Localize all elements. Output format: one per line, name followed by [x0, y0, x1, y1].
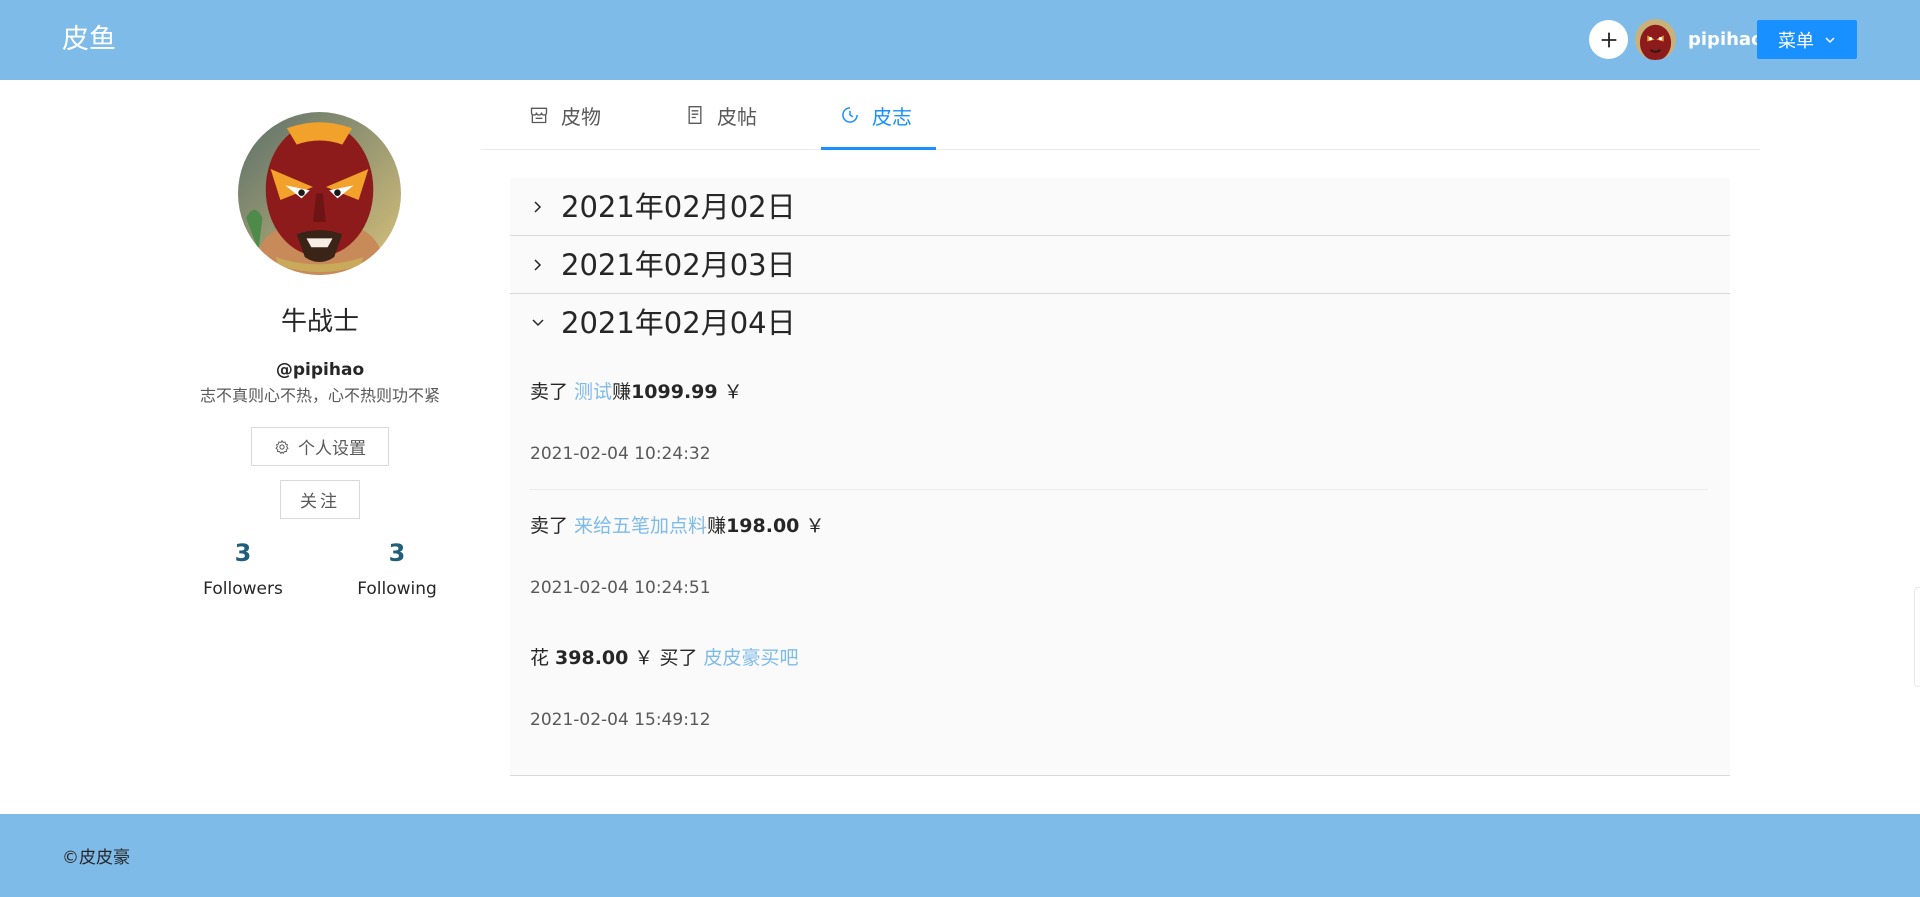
entry-earn: 赚 [612, 381, 632, 403]
entry-verb: 卖了 [530, 381, 575, 403]
panel-date: 2021年02月02日 [561, 190, 796, 224]
header-username[interactable]: pipihao [1688, 27, 1763, 53]
chevron-down-icon [532, 319, 544, 327]
menu-dropdown-button[interactable]: 菜单 [1757, 20, 1857, 59]
entry-verb: 花 [530, 647, 556, 669]
add-button[interactable] [1589, 20, 1628, 59]
entry-description: 卖了 测试赚1099.99 ￥ [530, 378, 1708, 406]
entry-verb: 卖了 [530, 515, 575, 537]
panel-date: 2021年02月04日 [561, 306, 796, 340]
shop-icon [530, 107, 548, 124]
footer: ©皮皮豪 [0, 814, 1920, 897]
personal-settings-button[interactable]: 个人设置 [251, 427, 389, 466]
entry-earn: 赚 [707, 515, 727, 537]
entry-timestamp: 2021-02-04 10:24:51 [530, 578, 711, 598]
timeline-entry: 花 398.00 ￥ 买了 皮皮豪买吧 2021-02-04 15:49:12 [530, 644, 1708, 730]
following-count: 3 [388, 539, 406, 567]
chevron-right-icon [534, 201, 542, 213]
timeline-entry: 卖了 来给五笔加点料赚198.00 ￥ 2021-02-04 10:24:51 [530, 512, 1708, 598]
follow-button[interactable]: 关注 [280, 480, 360, 519]
content-tabs: 皮物 皮帖 皮志 [481, 80, 1760, 150]
brand-logo[interactable]: 皮鱼 [62, 22, 116, 58]
entry-amount: 198.00 [726, 515, 800, 537]
tab-label: 皮帖 [717, 104, 757, 129]
entry-amount: 398.00 [555, 647, 629, 669]
plus-icon [1601, 32, 1616, 47]
currency-symbol: ￥ [799, 515, 825, 537]
side-drawer-handle[interactable] [1914, 587, 1920, 687]
followers-stat[interactable]: 3 Followers [163, 537, 323, 601]
tab-label: 皮志 [872, 104, 912, 129]
timeline-entry: 卖了 测试赚1099.99 ￥ 2021-02-04 10:24:32 [530, 378, 1708, 464]
tab-logs[interactable]: 皮志 [840, 80, 912, 150]
following-label: Following [357, 579, 437, 599]
chevron-right-icon [534, 259, 542, 271]
top-navbar: 皮鱼 pipihao 菜单 [0, 0, 1920, 80]
tab-items[interactable]: 皮物 [529, 80, 601, 150]
gear-icon [275, 439, 289, 454]
entry-description: 花 398.00 ￥ 买了 皮皮豪买吧 [530, 644, 1708, 672]
currency-symbol: ￥ [717, 381, 743, 403]
menu-label: 菜单 [1778, 30, 1814, 52]
following-stat[interactable]: 3 Following [317, 537, 477, 601]
file-text-icon [688, 106, 702, 124]
entry-amount: 1099.99 [631, 381, 718, 403]
entry-divider [530, 489, 1708, 490]
entry-bought: ￥ 买了 [628, 647, 704, 669]
followers-label: Followers [203, 579, 283, 599]
profile-display-name: 牛战士 [280, 307, 359, 337]
tab-posts[interactable]: 皮帖 [685, 80, 757, 150]
profile-avatar [238, 112, 401, 275]
header-avatar[interactable] [1635, 19, 1676, 60]
timeline-collapse: 2021年02月02日 2021年02月03日 2021年02月04日 卖了 测… [510, 178, 1730, 776]
panel-header-2021-02-03[interactable]: 2021年02月03日 [510, 236, 1730, 294]
active-tab-indicator [821, 147, 936, 150]
chevron-down-icon [1825, 36, 1835, 43]
profile-bio: 志不真则心不热，心不热则功不紧 [199, 386, 440, 405]
profile-handle: @pipihao [275, 360, 365, 380]
entry-timestamp: 2021-02-04 15:49:12 [530, 710, 711, 730]
settings-label: 个人设置 [298, 439, 366, 459]
item-link[interactable]: 测试 [574, 381, 612, 403]
panel-header-2021-02-02[interactable]: 2021年02月02日 [510, 178, 1730, 236]
entry-description: 卖了 来给五笔加点料赚198.00 ￥ [530, 512, 1708, 540]
panel-date: 2021年02月03日 [561, 248, 796, 282]
panel-header-2021-02-04[interactable]: 2021年02月04日 [510, 294, 1730, 352]
item-link[interactable]: 皮皮豪买吧 [704, 647, 799, 669]
tab-label: 皮物 [561, 104, 601, 129]
clock-icon [842, 107, 858, 123]
entry-timestamp: 2021-02-04 10:24:32 [530, 444, 711, 464]
followers-count: 3 [234, 539, 252, 567]
copyright-text: ©皮皮豪 [62, 848, 130, 868]
item-link[interactable]: 来给五笔加点料 [574, 515, 707, 537]
